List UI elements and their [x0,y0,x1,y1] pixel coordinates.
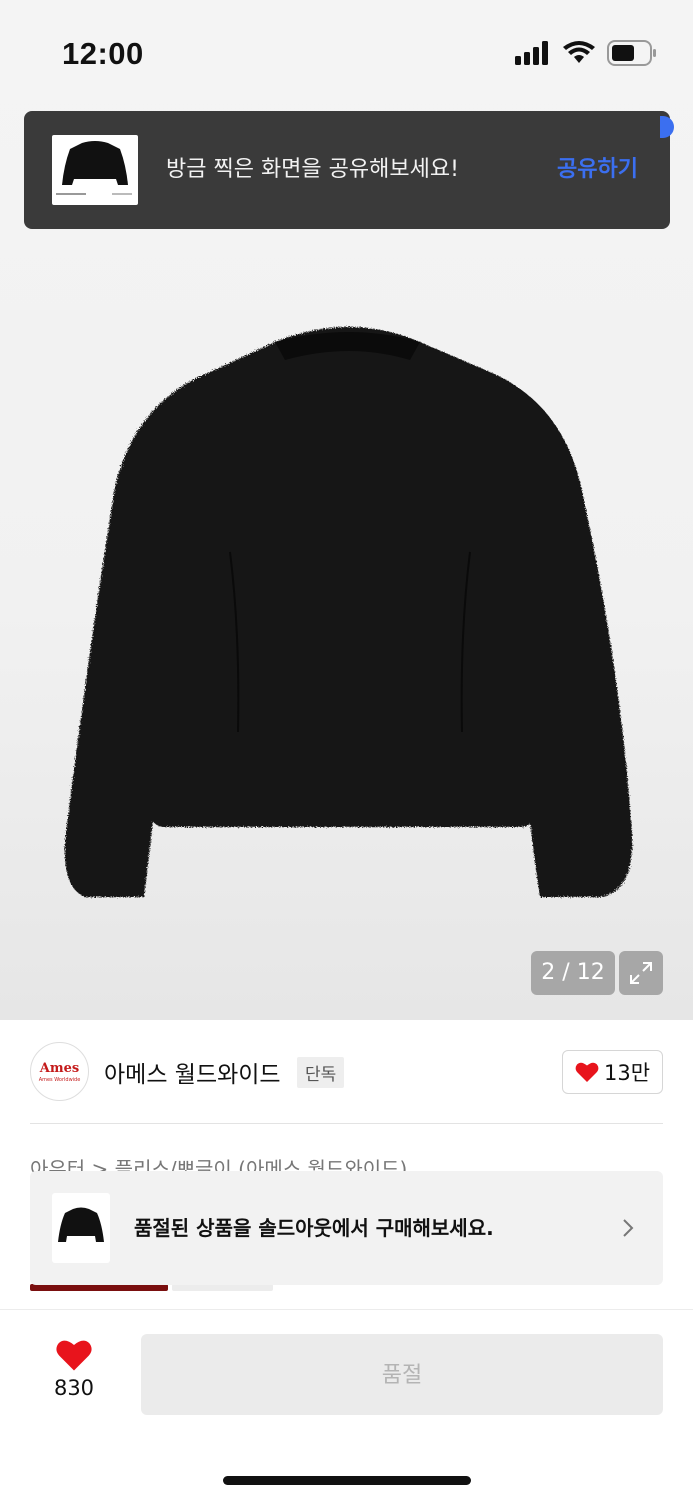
battery-icon [607,40,656,66]
status-icons [515,40,657,66]
screenshot-thumbnail[interactable] [52,135,138,205]
chevron-right-icon [623,1219,634,1237]
heart-icon [56,1340,92,1371]
color-bar-dark [30,1284,168,1291]
soldout-banner-text: 품절된 상품을 솔드아웃에서 구매해보세요. [134,1216,494,1240]
breadcrumb[interactable]: 아우터 > 플리스/뽀글이 (아메스 월드와이드) [30,1156,407,1172]
heart-icon [575,1062,599,1082]
jacket-thumbnail-icon [58,1207,104,1242]
color-bar-light [172,1284,273,1291]
brand-logo-text: Ames [39,1060,80,1076]
signal-icon [515,41,548,65]
home-indicator [223,1476,471,1485]
bottom-bar-divider [0,1309,693,1310]
share-toast[interactable]: 방금 찍은 화면을 공유해보세요! 공유하기 [24,111,670,229]
jacket-thumbnail-icon [56,141,132,195]
soldout-banner[interactable]: 품절된 상품을 솔드아웃에서 구매해보세요. [30,1171,663,1285]
brand-like-button[interactable]: 13만 [562,1050,663,1094]
brand-logo[interactable]: Ames Ames Worldwide [30,1042,89,1101]
brand-logo-subtext: Ames Worldwide [38,1076,81,1083]
divider [30,1123,663,1124]
sold-out-button[interactable]: 품절 [141,1334,663,1415]
expand-image-button[interactable] [619,951,663,995]
brand-like-count: 13만 [603,1061,651,1085]
share-button[interactable]: 공유하기 [557,111,638,229]
exclusive-badge: 단독 [297,1057,345,1088]
image-counter: 2 / 12 [531,951,615,995]
expand-icon [630,962,652,984]
wishlist-button[interactable]: 830 [44,1338,104,1400]
brand-name[interactable]: 아메스 월드와이드 [104,1055,281,1089]
soldout-product-thumbnail [52,1193,110,1263]
wishlist-count: 830 [53,1376,95,1400]
toast-message: 방금 찍은 화면을 공유해보세요! [166,157,459,182]
status-time: 12:00 [62,36,144,71]
wifi-icon [563,41,595,63]
product-jacket-image [64,327,633,897]
